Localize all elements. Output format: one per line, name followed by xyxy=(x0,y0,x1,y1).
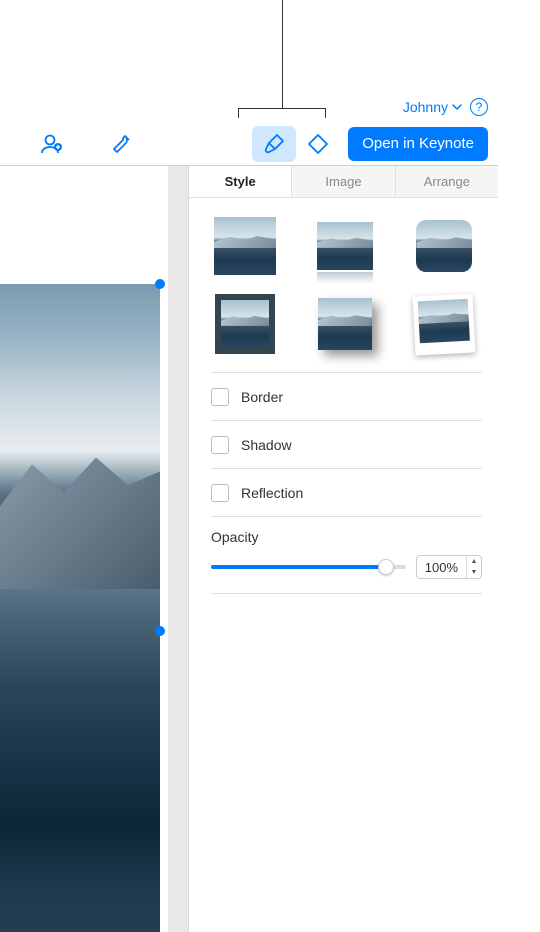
reflection-checkbox[interactable] xyxy=(211,484,229,502)
wrench-icon xyxy=(111,133,133,155)
style-preset-shadow[interactable] xyxy=(311,294,379,354)
image-content xyxy=(0,451,160,590)
selection-handle[interactable] xyxy=(155,279,165,289)
canvas-area xyxy=(0,166,188,932)
opacity-label: Opacity xyxy=(211,529,258,545)
stepper-up[interactable]: ▲ xyxy=(467,556,481,567)
opacity-stepper: 100% ▲ ▼ xyxy=(416,555,482,579)
tab-image[interactable]: Image xyxy=(292,166,395,197)
help-button[interactable]: ? xyxy=(470,98,488,116)
format-inspector: Style Image Arrange Border Shadow xyxy=(188,166,498,932)
style-preset-grid xyxy=(211,216,482,354)
format-button[interactable] xyxy=(252,126,296,162)
style-preset-border[interactable] xyxy=(211,294,279,354)
tab-label: Image xyxy=(325,174,361,189)
paintbrush-icon xyxy=(263,133,285,155)
stepper-buttons: ▲ ▼ xyxy=(467,556,481,578)
chevron-down-icon xyxy=(452,104,462,110)
tab-label: Style xyxy=(225,174,256,189)
stepper-down[interactable]: ▼ xyxy=(467,567,481,578)
border-label: Border xyxy=(241,389,283,405)
border-row: Border xyxy=(211,373,482,421)
tab-label: Arrange xyxy=(424,174,470,189)
opacity-controls: 100% ▲ ▼ xyxy=(211,545,482,594)
app-window: Johnny ? xyxy=(0,92,498,932)
user-menu[interactable]: Johnny xyxy=(403,99,462,115)
reflection-row: Reflection xyxy=(211,469,482,517)
tab-arrange[interactable]: Arrange xyxy=(396,166,498,197)
shadow-row: Shadow xyxy=(211,421,482,469)
selection-handle[interactable] xyxy=(155,626,165,636)
diamond-icon xyxy=(306,133,330,155)
style-preset-plain[interactable] xyxy=(211,216,279,276)
collaborate-button[interactable] xyxy=(30,126,74,162)
open-in-keynote-button[interactable]: Open in Keynote xyxy=(348,127,488,161)
reflection-label: Reflection xyxy=(241,485,303,501)
tools-button[interactable] xyxy=(100,126,144,162)
opacity-value[interactable]: 100% xyxy=(417,556,467,578)
tab-style[interactable]: Style xyxy=(189,166,292,197)
selected-image[interactable] xyxy=(0,284,160,932)
style-preset-reflection[interactable] xyxy=(311,216,379,276)
person-plus-icon xyxy=(40,133,64,155)
username-label: Johnny xyxy=(403,99,448,115)
shadow-checkbox[interactable] xyxy=(211,436,229,454)
opacity-slider[interactable] xyxy=(211,559,406,575)
toolbar-right: Open in Keynote xyxy=(252,126,488,162)
inspector-tabs: Style Image Arrange xyxy=(189,166,498,198)
callout-bracket xyxy=(238,108,326,118)
toolbar: Open in Keynote xyxy=(0,122,498,166)
shadow-label: Shadow xyxy=(241,437,292,453)
style-preset-rounded[interactable] xyxy=(410,216,478,276)
slider-fill xyxy=(211,565,386,569)
toolbar-left xyxy=(30,126,252,162)
style-preset-photo[interactable] xyxy=(410,294,478,354)
inspector-body: Border Shadow Reflection Opacity xyxy=(189,198,498,594)
callout-line xyxy=(282,0,283,108)
slider-thumb[interactable] xyxy=(378,559,394,575)
border-checkbox[interactable] xyxy=(211,388,229,406)
opacity-section: Opacity 100% ▲ ▼ xyxy=(211,517,482,594)
open-button-label: Open in Keynote xyxy=(362,135,474,152)
animate-button[interactable] xyxy=(296,126,340,162)
